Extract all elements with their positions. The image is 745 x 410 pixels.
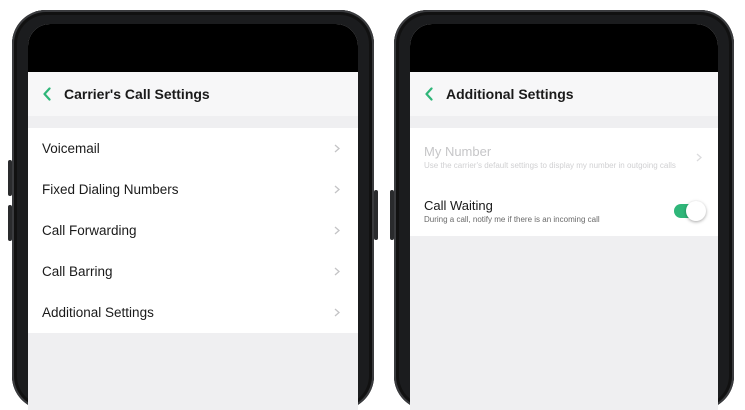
list-item-call-barring[interactable]: Call Barring — [28, 251, 358, 292]
list-item-fixed-dialing-numbers[interactable]: Fixed Dialing Numbers — [28, 169, 358, 210]
chevron-right-icon — [332, 267, 342, 277]
back-chevron-icon[interactable] — [36, 83, 58, 105]
back-chevron-icon[interactable] — [418, 83, 440, 105]
screen-additional-settings: Additional Settings My Number Use the ca… — [410, 24, 718, 410]
list-item-label: Call Barring — [42, 264, 113, 279]
chevron-right-icon — [332, 308, 342, 318]
list-item-label: Voicemail — [42, 141, 100, 156]
setting-label: My Number — [424, 144, 492, 159]
volume-button — [8, 160, 12, 196]
setting-label: Call Waiting — [424, 198, 493, 213]
app-header: Carrier's Call Settings — [28, 72, 358, 116]
app-header: Additional Settings — [410, 72, 718, 116]
setting-description: Use the carrier's default settings to di… — [424, 161, 676, 170]
section-gap — [28, 116, 358, 128]
phone-frame-left: Carrier's Call Settings Voicemail Fixed … — [8, 10, 378, 410]
chevron-right-icon — [332, 185, 342, 195]
status-bar — [28, 24, 358, 72]
power-button — [374, 190, 378, 240]
page-title: Additional Settings — [446, 86, 574, 102]
call-waiting-toggle[interactable] — [674, 201, 706, 221]
list-item-label: Call Forwarding — [42, 223, 137, 238]
settings-list: My Number Use the carrier's default sett… — [410, 128, 718, 236]
list-item-label: Additional Settings — [42, 305, 154, 320]
page-title: Carrier's Call Settings — [64, 86, 210, 102]
toggle-knob — [686, 201, 706, 221]
my-number-setting: My Number Use the carrier's default sett… — [410, 128, 718, 186]
phone-frame-right: Additional Settings My Number Use the ca… — [390, 10, 734, 410]
section-gap — [410, 116, 718, 128]
settings-list: Voicemail Fixed Dialing Numbers Call For… — [28, 128, 358, 333]
list-item-voicemail[interactable]: Voicemail — [28, 128, 358, 169]
chevron-right-icon — [332, 226, 342, 236]
status-bar — [410, 24, 718, 72]
list-item-label: Fixed Dialing Numbers — [42, 182, 179, 197]
list-item-additional-settings[interactable]: Additional Settings — [28, 292, 358, 333]
setting-description: During a call, notify me if there is an … — [424, 215, 600, 224]
chevron-right-icon — [332, 144, 342, 154]
screen-carrier-call-settings: Carrier's Call Settings Voicemail Fixed … — [28, 24, 358, 410]
volume-button — [8, 205, 12, 241]
volume-button — [390, 190, 394, 240]
chevron-right-icon — [694, 152, 704, 162]
list-item-call-forwarding[interactable]: Call Forwarding — [28, 210, 358, 251]
call-waiting-setting[interactable]: Call Waiting During a call, notify me if… — [410, 186, 718, 236]
